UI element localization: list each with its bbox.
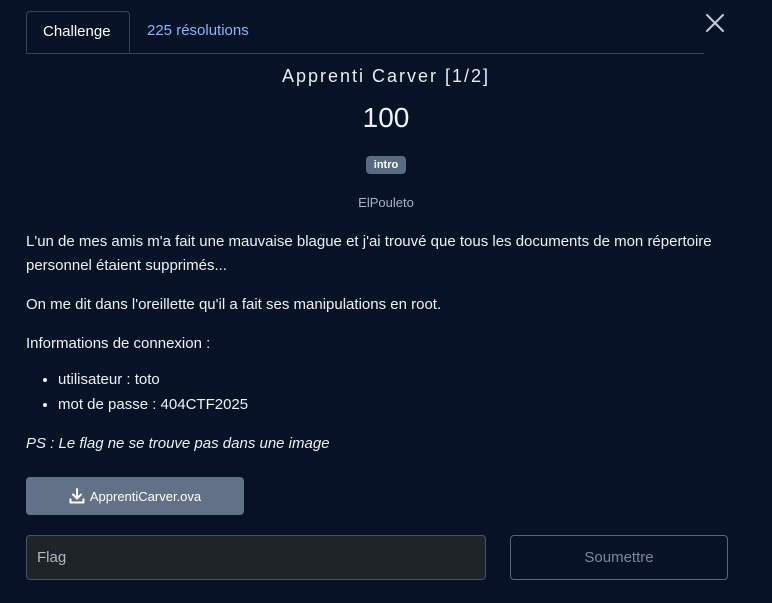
download-label: ApprentiCarver.ova — [89, 488, 202, 504]
close-button[interactable] — [704, 12, 726, 34]
submit-button[interactable]: Soumettre — [510, 535, 728, 580]
category-badge: intro — [365, 156, 407, 174]
description-paragraph: On me dit dans l'oreillette qu'il a fait… — [26, 296, 442, 313]
description-paragraph: Informations de connexion : — [26, 335, 211, 352]
list-item: utilisateur : toto — [58, 367, 716, 392]
credentials-list: utilisateur : toto mot de passe : 404CTF… — [26, 367, 716, 417]
challenge-description: L'un de mes amis m'a fait une mauvaise b… — [26, 230, 716, 471]
list-item: mot de passe : 404CTF2025 — [58, 392, 716, 417]
download-icon — [69, 488, 85, 504]
tab-solves[interactable]: 225 résolutions — [131, 11, 265, 51]
tab-bar: Challenge 225 résolutions — [26, 11, 704, 54]
challenge-modal: Challenge 225 résolutions Apprenti Carve… — [0, 0, 772, 603]
challenge-title: Apprenti Carver [1/2] — [281, 66, 491, 86]
description-paragraph: L'un de mes amis m'a fait une mauvaise b… — [26, 233, 712, 274]
challenge-author: ElPouleto — [358, 195, 414, 210]
download-button[interactable]: ApprentiCarver.ova — [26, 477, 244, 515]
close-icon — [706, 14, 724, 32]
tab-challenge[interactable]: Challenge — [26, 11, 130, 53]
ps-note: PS : Le flag ne se trouve pas dans une i… — [26, 435, 330, 452]
challenge-points: 100 — [362, 102, 410, 133]
flag-input[interactable] — [26, 535, 486, 580]
